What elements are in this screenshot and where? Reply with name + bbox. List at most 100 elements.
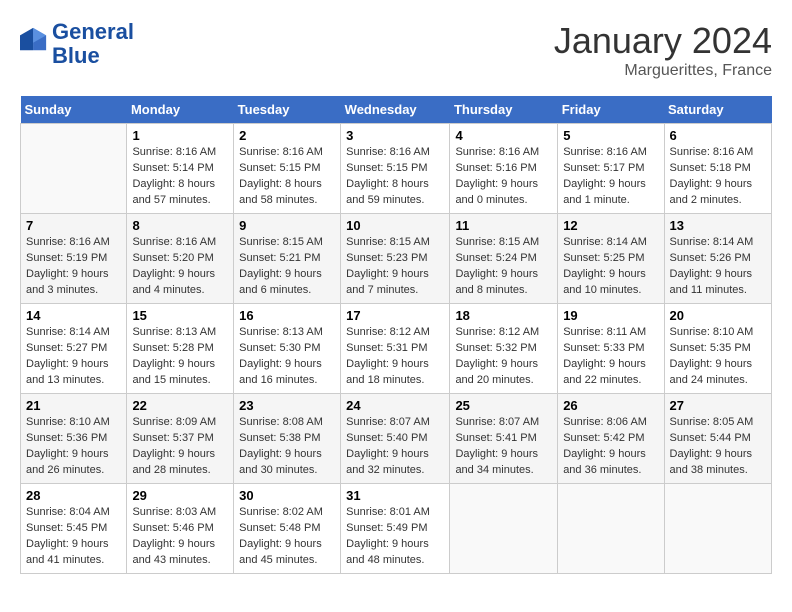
calendar-cell: 24Sunrise: 8:07 AM Sunset: 5:40 PM Dayli… [341, 394, 450, 484]
calendar-cell: 18 Sunrise: 8:12 AM Sunset: 5:32 PM Dayli… [450, 304, 558, 394]
day-number: 16 [239, 308, 335, 323]
column-header-monday: Monday [127, 96, 234, 124]
calendar-cell: 5 Sunrise: 8:16 AM Sunset: 5:17 PM Daylig… [558, 124, 664, 214]
calendar-cell: 12 Sunrise: 8:14 AM Sunset: 5:25 PM Dayli… [558, 214, 664, 304]
calendar-cell: 3 Sunrise: 8:16 AM Sunset: 5:15 PM Daylig… [341, 124, 450, 214]
day-info: Sunrise: 8:05 AM Sunset: 5:44 PM Dayligh… [670, 415, 766, 479]
day-info: Sunrise: 8:04 AM Sunset: 5:45 PM Dayligh… [26, 505, 121, 569]
calendar-cell [558, 484, 664, 574]
calendar-cell: 2Sunrise: 8:16 AM Sunset: 5:15 PM Daylig… [234, 124, 341, 214]
day-number: 25 [455, 398, 552, 413]
day-info: Sunrise: 8:14 AM Sunset: 5:25 PM Dayligh… [563, 235, 658, 299]
calendar-cell: 13 Sunrise: 8:14 AM Sunset: 5:26 PM Dayli… [664, 214, 771, 304]
calendar-cell: 9Sunrise: 8:15 AM Sunset: 5:21 PM Daylig… [234, 214, 341, 304]
column-header-tuesday: Tuesday [234, 96, 341, 124]
calendar-table: SundayMondayTuesdayWednesdayThursdayFrid… [20, 96, 772, 574]
day-info: Sunrise: 8:11 AM Sunset: 5:33 PM Dayligh… [563, 325, 658, 389]
day-number: 31 [346, 488, 444, 503]
calendar-cell: 17Sunrise: 8:12 AM Sunset: 5:31 PM Dayli… [341, 304, 450, 394]
day-number: 8 [132, 218, 228, 233]
day-number: 27 [670, 398, 766, 413]
day-info: Sunrise: 8:16 AM Sunset: 5:15 PM Dayligh… [346, 145, 444, 209]
calendar-cell: 20 Sunrise: 8:10 AM Sunset: 5:35 PM Dayli… [664, 304, 771, 394]
week-row-5: 28 Sunrise: 8:04 AM Sunset: 5:45 PM Dayli… [21, 484, 772, 574]
day-number: 13 [670, 218, 766, 233]
calendar-cell: 10Sunrise: 8:15 AM Sunset: 5:23 PM Dayli… [341, 214, 450, 304]
day-info: Sunrise: 8:08 AM Sunset: 5:38 PM Dayligh… [239, 415, 335, 479]
calendar-cell [664, 484, 771, 574]
calendar-cell: 31 Sunrise: 8:01 AM Sunset: 5:49 PM Dayli… [341, 484, 450, 574]
logo-line2: Blue [52, 44, 134, 68]
week-row-4: 21 Sunrise: 8:10 AM Sunset: 5:36 PM Dayli… [21, 394, 772, 484]
day-info: Sunrise: 8:16 AM Sunset: 5:14 PM Dayligh… [132, 145, 228, 209]
column-header-saturday: Saturday [664, 96, 771, 124]
column-header-sunday: Sunday [21, 96, 127, 124]
calendar-cell: 30Sunrise: 8:02 AM Sunset: 5:48 PM Dayli… [234, 484, 341, 574]
calendar-cell [21, 124, 127, 214]
day-number: 30 [239, 488, 335, 503]
day-info: Sunrise: 8:16 AM Sunset: 5:18 PM Dayligh… [670, 145, 766, 209]
day-number: 12 [563, 218, 658, 233]
column-header-friday: Friday [558, 96, 664, 124]
calendar-cell: 4Sunrise: 8:16 AM Sunset: 5:16 PM Daylig… [450, 124, 558, 214]
day-number: 4 [455, 128, 552, 143]
day-info: Sunrise: 8:16 AM Sunset: 5:17 PM Dayligh… [563, 145, 658, 209]
calendar-cell: 27 Sunrise: 8:05 AM Sunset: 5:44 PM Dayli… [664, 394, 771, 484]
day-number: 3 [346, 128, 444, 143]
day-info: Sunrise: 8:16 AM Sunset: 5:15 PM Dayligh… [239, 145, 335, 209]
day-number: 28 [26, 488, 121, 503]
day-number: 22 [132, 398, 228, 413]
week-row-2: 7Sunrise: 8:16 AM Sunset: 5:19 PM Daylig… [21, 214, 772, 304]
calendar-cell: 6 Sunrise: 8:16 AM Sunset: 5:18 PM Daylig… [664, 124, 771, 214]
day-info: Sunrise: 8:12 AM Sunset: 5:31 PM Dayligh… [346, 325, 444, 389]
logo: General Blue [20, 20, 134, 68]
day-number: 10 [346, 218, 444, 233]
calendar-cell: 21 Sunrise: 8:10 AM Sunset: 5:36 PM Dayli… [21, 394, 127, 484]
day-info: Sunrise: 8:10 AM Sunset: 5:35 PM Dayligh… [670, 325, 766, 389]
day-info: Sunrise: 8:14 AM Sunset: 5:27 PM Dayligh… [26, 325, 121, 389]
month-title: January 2024 [554, 20, 772, 62]
day-number: 6 [670, 128, 766, 143]
day-info: Sunrise: 8:12 AM Sunset: 5:32 PM Dayligh… [455, 325, 552, 389]
day-info: Sunrise: 8:15 AM Sunset: 5:24 PM Dayligh… [455, 235, 552, 299]
calendar-cell: 11 Sunrise: 8:15 AM Sunset: 5:24 PM Dayli… [450, 214, 558, 304]
day-number: 18 [455, 308, 552, 323]
calendar-cell: 7Sunrise: 8:16 AM Sunset: 5:19 PM Daylig… [21, 214, 127, 304]
day-number: 9 [239, 218, 335, 233]
day-number: 20 [670, 308, 766, 323]
header-row: SundayMondayTuesdayWednesdayThursdayFrid… [21, 96, 772, 124]
week-row-1: 1 Sunrise: 8:16 AM Sunset: 5:14 PM Daylig… [21, 124, 772, 214]
calendar-cell: 16Sunrise: 8:13 AM Sunset: 5:30 PM Dayli… [234, 304, 341, 394]
logo-line1: General [52, 20, 134, 44]
day-number: 11 [455, 218, 552, 233]
day-info: Sunrise: 8:16 AM Sunset: 5:20 PM Dayligh… [132, 235, 228, 299]
day-number: 1 [132, 128, 228, 143]
day-info: Sunrise: 8:07 AM Sunset: 5:40 PM Dayligh… [346, 415, 444, 479]
day-number: 21 [26, 398, 121, 413]
week-row-3: 14 Sunrise: 8:14 AM Sunset: 5:27 PM Dayli… [21, 304, 772, 394]
calendar-cell: 8 Sunrise: 8:16 AM Sunset: 5:20 PM Daylig… [127, 214, 234, 304]
day-info: Sunrise: 8:06 AM Sunset: 5:42 PM Dayligh… [563, 415, 658, 479]
calendar-cell: 25Sunrise: 8:07 AM Sunset: 5:41 PM Dayli… [450, 394, 558, 484]
calendar-cell: 14 Sunrise: 8:14 AM Sunset: 5:27 PM Dayli… [21, 304, 127, 394]
logo-icon [20, 26, 48, 54]
title-section: January 2024 Marguerittes, France [554, 20, 772, 80]
calendar-cell: 1 Sunrise: 8:16 AM Sunset: 5:14 PM Daylig… [127, 124, 234, 214]
day-number: 15 [132, 308, 228, 323]
day-number: 26 [563, 398, 658, 413]
day-info: Sunrise: 8:14 AM Sunset: 5:26 PM Dayligh… [670, 235, 766, 299]
calendar-cell: 29Sunrise: 8:03 AM Sunset: 5:46 PM Dayli… [127, 484, 234, 574]
day-info: Sunrise: 8:09 AM Sunset: 5:37 PM Dayligh… [132, 415, 228, 479]
day-info: Sunrise: 8:10 AM Sunset: 5:36 PM Dayligh… [26, 415, 121, 479]
page-header: General Blue January 2024 Marguerittes, … [20, 20, 772, 80]
day-number: 14 [26, 308, 121, 323]
calendar-cell: 26 Sunrise: 8:06 AM Sunset: 5:42 PM Dayli… [558, 394, 664, 484]
calendar-cell: 19Sunrise: 8:11 AM Sunset: 5:33 PM Dayli… [558, 304, 664, 394]
day-number: 5 [563, 128, 658, 143]
day-info: Sunrise: 8:16 AM Sunset: 5:19 PM Dayligh… [26, 235, 121, 299]
calendar-cell: 28 Sunrise: 8:04 AM Sunset: 5:45 PM Dayli… [21, 484, 127, 574]
day-info: Sunrise: 8:01 AM Sunset: 5:49 PM Dayligh… [346, 505, 444, 569]
calendar-cell [450, 484, 558, 574]
calendar-cell: 22 Sunrise: 8:09 AM Sunset: 5:37 PM Dayli… [127, 394, 234, 484]
day-info: Sunrise: 8:03 AM Sunset: 5:46 PM Dayligh… [132, 505, 228, 569]
